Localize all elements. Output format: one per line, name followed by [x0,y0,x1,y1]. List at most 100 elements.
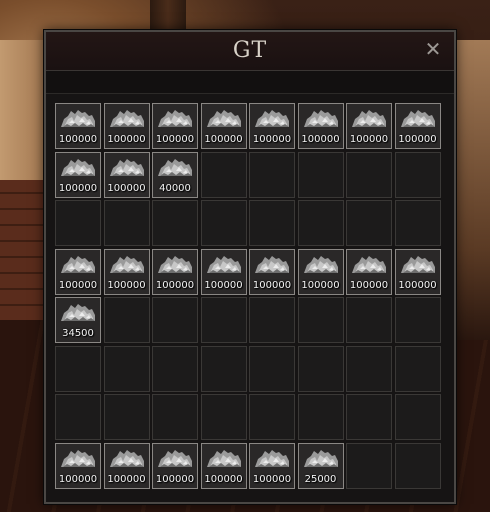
inventory-slot-silver-ore[interactable]: 100000 [103,248,150,295]
inventory-slot-silver-ore[interactable]: 100000 [297,248,344,295]
inventory-slot-empty[interactable] [394,394,441,440]
inventory-slot-silver-ore[interactable]: 100000 [394,248,441,295]
item-quantity: 100000 [58,473,98,485]
item-quantity: 100000 [252,473,292,485]
inventory-slot-empty[interactable] [346,394,392,440]
item-quantity: 100000 [58,134,98,145]
inventory-grid: 100000 100000 100000 100000 100000 100000 1000… [55,103,441,489]
inventory-slot-empty[interactable] [249,297,295,343]
inventory-slot-empty[interactable] [346,345,392,392]
inventory-slot-empty[interactable] [297,345,344,392]
inventory-slot-empty[interactable] [103,200,150,246]
silver-ore-icon [255,110,289,127]
window-titlebar[interactable]: GT ✕ [46,32,454,71]
inventory-slot-silver-ore[interactable]: 100000 [297,103,344,149]
inventory-slot-empty[interactable] [297,297,344,343]
inventory-slot-empty[interactable] [55,345,101,392]
item-quantity: 25000 [304,473,337,485]
inventory-slot-empty[interactable] [55,200,101,246]
inventory-slot-silver-ore[interactable]: 100000 [249,248,295,295]
silver-ore-icon [206,449,241,467]
silver-ore-icon [158,158,192,176]
inventory-slot-empty[interactable] [297,200,344,246]
inventory-slot-empty[interactable] [249,151,295,198]
inventory-slot-silver-ore[interactable]: 100000 [346,248,392,295]
inventory-slot-empty[interactable] [346,297,392,343]
inventory-slot-empty[interactable] [200,200,247,246]
item-quantity: 40000 [159,182,191,194]
inventory-slot-silver-ore[interactable]: 100000 [55,151,101,198]
silver-ore-icon [352,110,386,127]
inventory-slot-empty[interactable] [297,151,344,198]
inventory-slot-empty[interactable] [103,297,150,343]
inventory-slot-empty[interactable] [346,442,392,489]
inventory-slot-empty[interactable] [346,200,392,246]
silver-ore-icon [206,255,241,273]
inventory-slot-empty[interactable] [394,200,441,246]
inventory-slot-silver-ore[interactable]: 100000 [103,151,150,198]
inventory-slot-empty[interactable] [200,345,247,392]
inventory-slot-empty[interactable] [394,297,441,343]
inventory-slot-silver-ore[interactable]: 40000 [152,151,198,198]
silver-ore-icon [206,110,241,127]
silver-ore-icon [303,110,338,127]
inventory-slot-silver-ore[interactable]: 100000 [200,248,247,295]
inventory-slot-empty[interactable] [55,394,101,440]
inventory-slot-empty[interactable] [297,394,344,440]
item-quantity: 100000 [155,473,195,485]
inventory-slot-silver-ore[interactable]: 100000 [55,103,101,149]
inventory-slot-empty[interactable] [103,345,150,392]
inventory-slot-empty[interactable] [152,345,198,392]
silver-ore-icon [303,255,338,273]
inventory-slot-silver-ore[interactable]: 100000 [394,103,441,149]
item-quantity: 100000 [301,279,340,291]
inventory-slot-empty[interactable] [103,394,150,440]
inventory-slot-empty[interactable] [200,394,247,440]
inventory-slot-silver-ore[interactable]: 100000 [103,103,150,149]
silver-ore-icon [303,449,338,467]
item-quantity: 100000 [58,279,98,291]
inventory-slot-empty[interactable] [152,394,198,440]
inventory-slot-silver-ore[interactable]: 100000 [249,442,295,489]
item-quantity: 100000 [155,134,195,145]
inventory-slot-silver-ore[interactable]: 100000 [55,248,101,295]
inventory-slot-empty[interactable] [152,200,198,246]
inventory-slot-silver-ore[interactable]: 100000 [103,442,150,489]
item-quantity: 100000 [107,134,146,145]
silver-ore-icon [158,255,192,273]
item-quantity: 100000 [398,279,437,291]
silver-ore-icon [109,449,144,467]
inventory-slot-empty[interactable] [394,345,441,392]
item-quantity: 100000 [349,279,389,291]
inventory-slot-silver-ore[interactable]: 100000 [152,248,198,295]
silver-ore-icon [61,255,95,273]
window-subbar [46,71,454,94]
inventory-slot-empty[interactable] [249,345,295,392]
item-quantity: 100000 [252,134,292,145]
inventory-slot-silver-ore[interactable]: 100000 [200,103,247,149]
item-quantity: 100000 [107,182,146,194]
silver-ore-icon [109,158,144,176]
item-quantity: 100000 [107,279,146,291]
inventory-slot-silver-ore[interactable]: 100000 [152,442,198,489]
inventory-slot-silver-ore[interactable]: 100000 [152,103,198,149]
inventory-slot-silver-ore[interactable]: 34500 [55,297,101,343]
inventory-slot-empty[interactable] [249,200,295,246]
inventory-slot-empty[interactable] [394,151,441,198]
item-quantity: 34500 [62,328,94,339]
item-quantity: 100000 [301,134,340,145]
inventory-slot-empty[interactable] [346,151,392,198]
inventory-slot-empty[interactable] [200,151,247,198]
storage-window: GT ✕ 100000 100000 100000 100000 100000 10000… [44,30,456,504]
silver-ore-icon [61,158,95,176]
inventory-slot-silver-ore[interactable]: 25000 [297,442,344,489]
inventory-slot-empty[interactable] [200,297,247,343]
inventory-slot-empty[interactable] [152,297,198,343]
inventory-slot-silver-ore[interactable]: 100000 [55,442,101,489]
close-icon[interactable]: ✕ [424,39,442,59]
inventory-slot-silver-ore[interactable]: 100000 [200,442,247,489]
inventory-slot-empty[interactable] [394,442,441,489]
inventory-slot-silver-ore[interactable]: 100000 [249,103,295,149]
inventory-slot-silver-ore[interactable]: 100000 [346,103,392,149]
inventory-slot-empty[interactable] [249,394,295,440]
